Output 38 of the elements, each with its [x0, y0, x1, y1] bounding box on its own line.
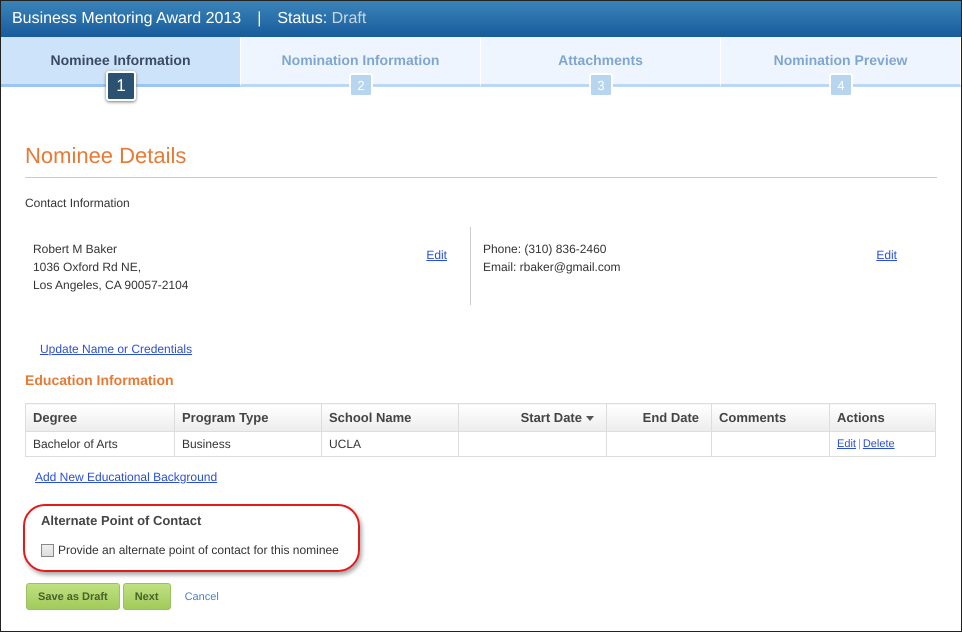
column-header[interactable]: End Date — [606, 404, 712, 432]
step-number: 2 — [349, 73, 373, 97]
education-title: Education Information — [25, 372, 175, 388]
column-header[interactable]: Degree — [26, 404, 174, 432]
award-title: Business Mentoring Award 2013 — [12, 10, 242, 28]
table-cell: UCLA — [322, 432, 458, 456]
checkbox-label: Provide an alternate point of contact for this nominee — [58, 543, 339, 557]
contact-heading: Contact Information — [25, 196, 131, 210]
cancel-link[interactable]: Cancel — [184, 590, 219, 602]
step-number: 3 — [589, 73, 613, 97]
address-line: Los Angeles, CA 90057-2104 — [33, 277, 188, 294]
title-separator: | — [257, 10, 262, 28]
column-header[interactable]: Comments — [712, 404, 830, 432]
status-label: Status: Draft — [277, 10, 366, 28]
step-number: 1 — [106, 71, 136, 101]
form-button[interactable]: Save as Draft — [26, 583, 120, 610]
table-cell: Bachelor of Arts — [26, 432, 174, 456]
contact-line: Email: rbaker@gmail.com — [483, 259, 621, 276]
column-header[interactable]: Start Date — [458, 404, 606, 432]
edit-link[interactable]: Edit — [837, 438, 856, 450]
table-cell: Business — [174, 432, 322, 456]
form-button[interactable]: Next — [122, 583, 171, 610]
column-header[interactable]: Program Type — [174, 404, 322, 432]
delete-link[interactable]: Delete — [862, 438, 895, 450]
address-line: Robert M Baker — [33, 241, 118, 258]
alternate-contact-title: Alternate Point of Contact — [41, 513, 202, 528]
edit-link[interactable]: Edit — [876, 246, 897, 264]
column-header[interactable]: Actions — [830, 404, 936, 432]
address-line: 1036 Oxford Rd NE, — [33, 259, 142, 276]
update-credentials-link[interactable]: Update Name or Credentials — [40, 342, 192, 356]
contact-line: Phone: (310) 836-2460 — [483, 241, 608, 258]
edit-link[interactable]: Edit — [426, 246, 447, 264]
checkbox[interactable] — [41, 544, 54, 556]
add-education-link[interactable]: Add New Educational Background — [35, 470, 218, 484]
step-number: 4 — [829, 73, 853, 97]
action-separator: | — [858, 438, 861, 450]
section-title: Nominee Details — [25, 143, 937, 178]
column-header[interactable]: School Name — [322, 404, 458, 432]
